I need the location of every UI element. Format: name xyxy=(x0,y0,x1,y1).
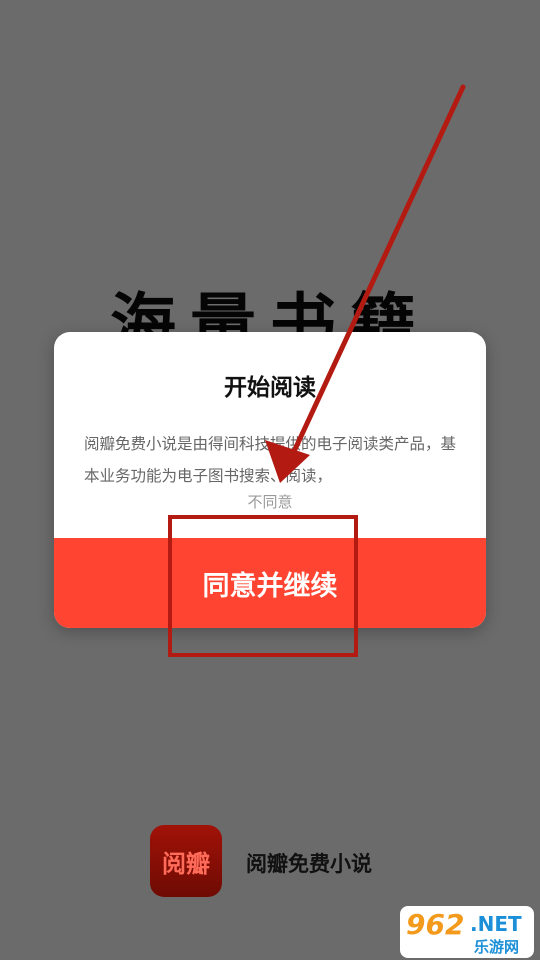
watermark-number: 962 xyxy=(406,908,465,941)
dialog-title: 开始阅读 xyxy=(224,375,316,401)
app-name: 阅瓣免费小说 xyxy=(246,852,372,876)
app-logo: 阅瓣 xyxy=(150,825,222,897)
site-watermark: 962 .NET 乐游网 xyxy=(400,906,534,958)
watermark-subtitle: 乐游网 xyxy=(474,938,520,956)
dialog-body-text: 阅瓣免费小说是由得间科技提供的电子阅读类产品，基本业务功能为电子图书搜索、阅读， xyxy=(84,435,457,485)
watermark-domain: .NET xyxy=(470,912,522,936)
annotation-highlight-box xyxy=(168,515,358,657)
disagree-button[interactable]: 不同意 xyxy=(54,491,486,512)
